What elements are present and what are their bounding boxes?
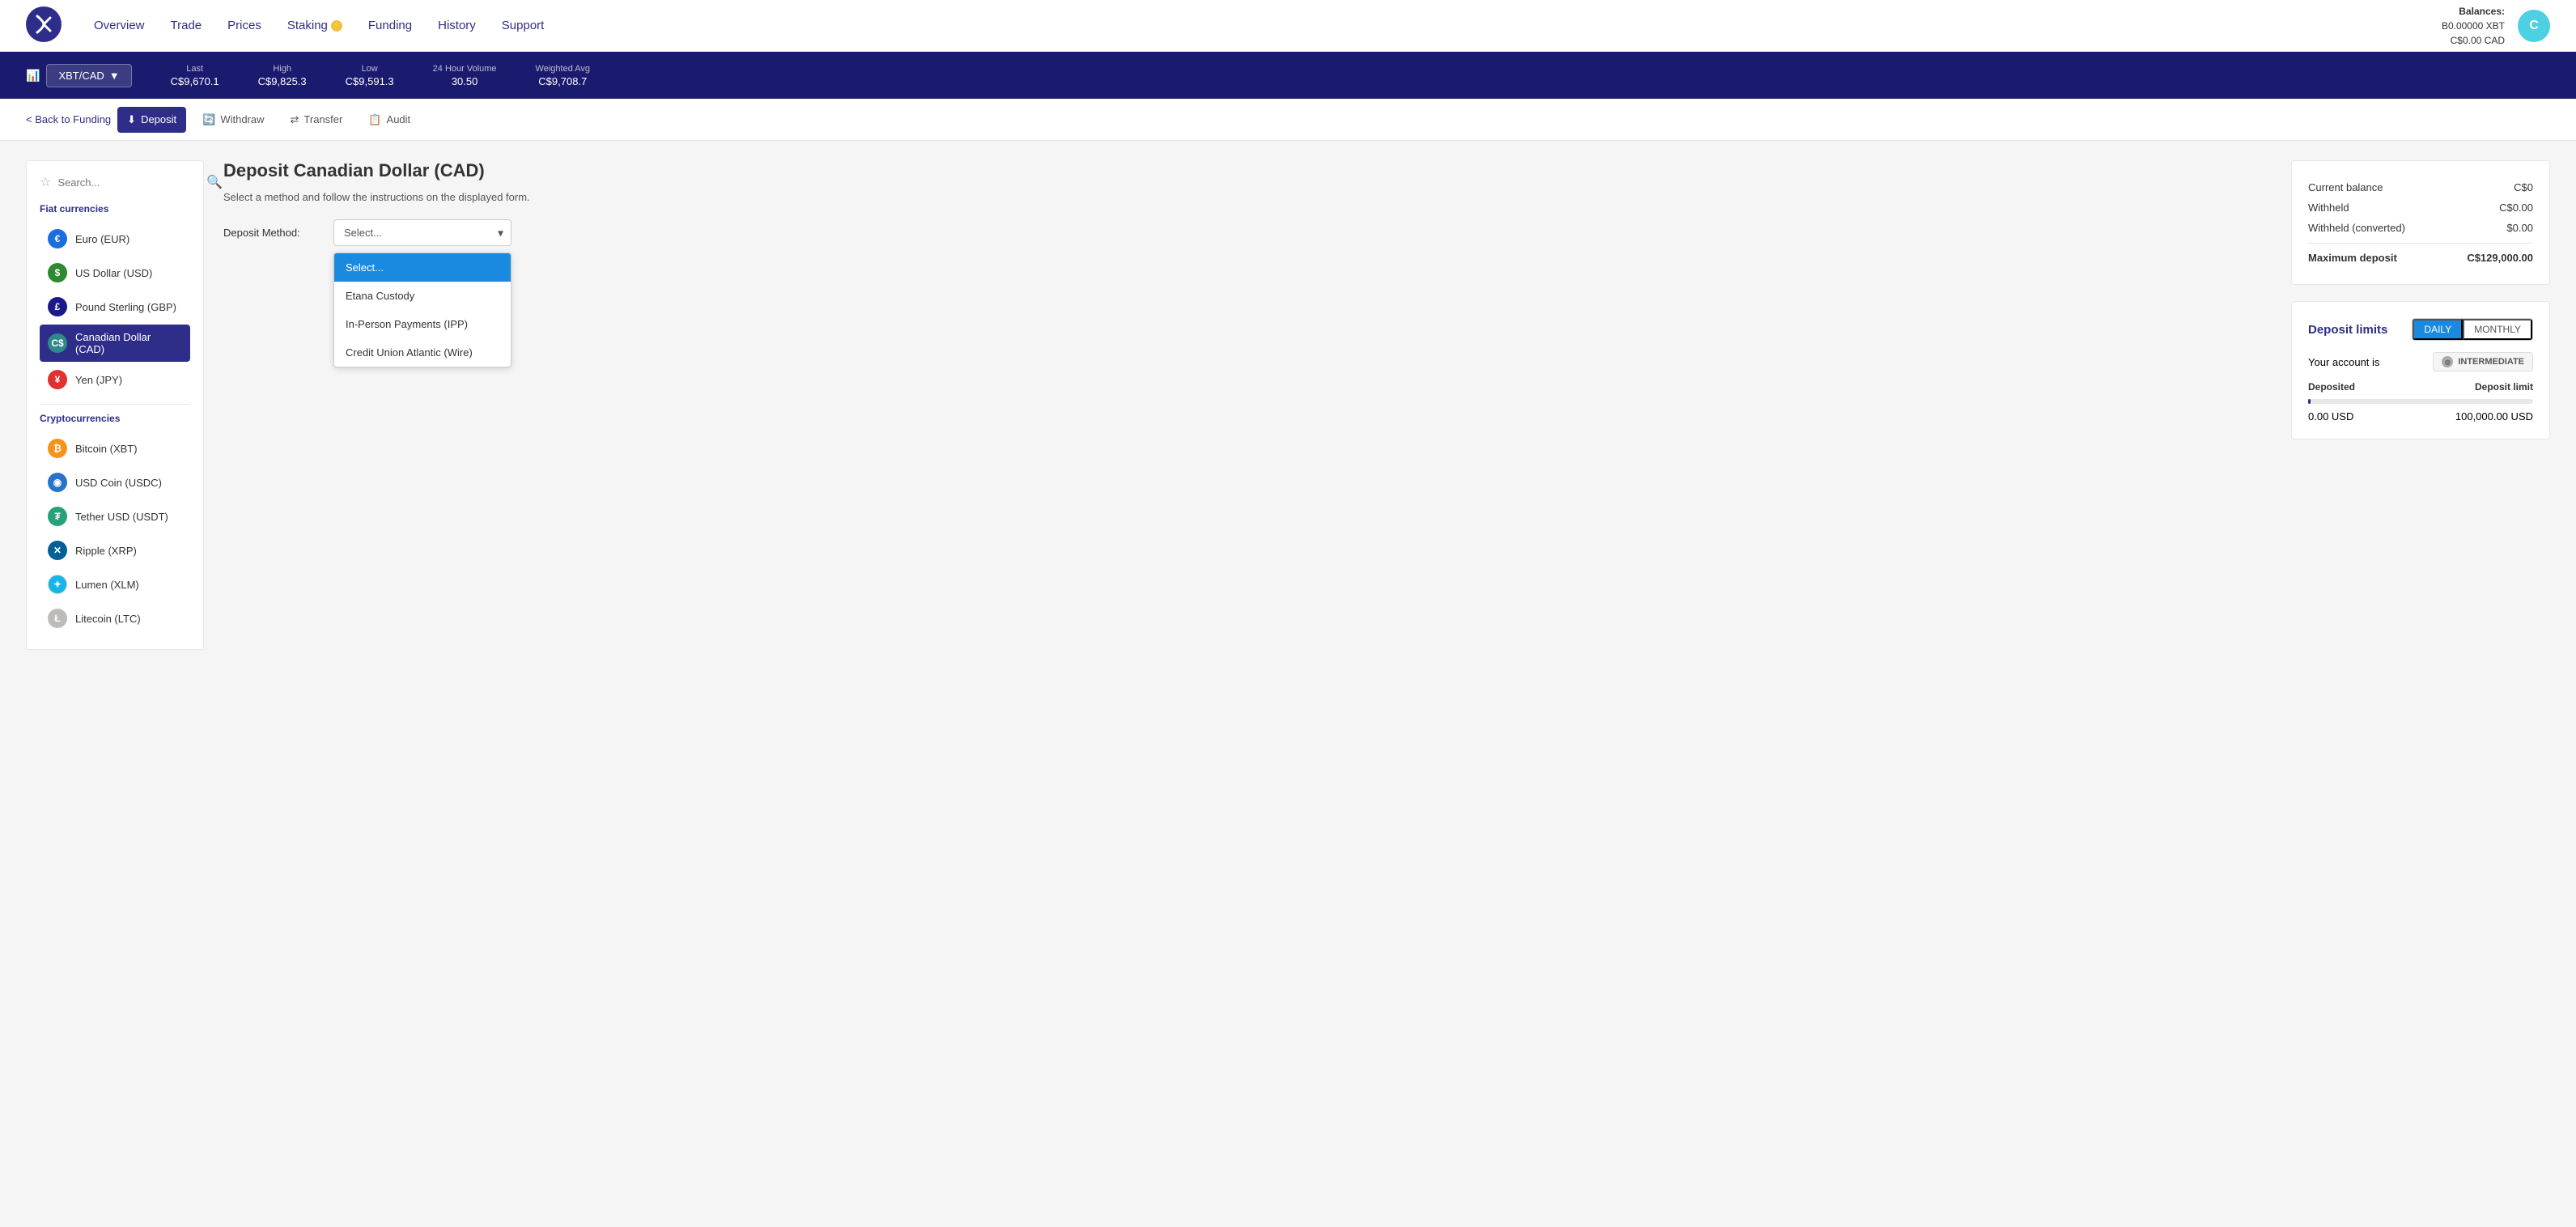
crypto-section-title: Cryptocurrencies: [40, 413, 190, 424]
right-panels: Current balance C$0 Withheld C$0.00 With…: [2291, 160, 2550, 439]
sidebar-item-xlm[interactable]: ✦ Lumen (XLM): [40, 568, 190, 601]
main-nav: Overview Trade Prices Staking ⚡ Funding …: [94, 19, 2442, 32]
cad-icon: C$: [48, 333, 67, 353]
balance-withheld-converted-row: Withheld (converted) $0.00: [2308, 218, 2533, 238]
limits-tabs: DAILY MONTHLY: [2412, 318, 2533, 341]
page-subtitle: Select a method and follow the instructi…: [223, 191, 2272, 203]
deposit-limits-card: Deposit limits DAILY MONTHLY Your accoun…: [2291, 301, 2550, 439]
search-icon[interactable]: 🔍: [206, 174, 223, 190]
dropdown-item-select[interactable]: Select...: [334, 253, 511, 282]
nav-prices[interactable]: Prices: [227, 19, 261, 32]
chart-icon: 📊: [26, 69, 40, 83]
search-row: ☆ 🔍: [40, 174, 190, 190]
main-header: Overview Trade Prices Staking ⚡ Funding …: [0, 0, 2576, 52]
favorite-star-icon[interactable]: ☆: [40, 174, 51, 190]
balance-withheld-row: Withheld C$0.00: [2308, 197, 2533, 218]
transfer-link[interactable]: ⇄ Transfer: [281, 107, 353, 133]
ticker-weighted-avg: Weighted Avg C$9,708.7: [536, 64, 590, 87]
deposit-content: Deposit Canadian Dollar (CAD) Select a m…: [223, 160, 2272, 367]
back-to-funding-link[interactable]: < Back to Funding: [26, 113, 111, 125]
header-right: Balances: B0.00000 XBT C$0.00 CAD C: [2442, 4, 2550, 48]
ltc-icon: Ł: [48, 609, 67, 628]
limits-progress-fill: [2308, 399, 2311, 404]
usdt-icon: ₮: [48, 507, 67, 526]
balances-display: Balances: B0.00000 XBT C$0.00 CAD: [2442, 4, 2505, 48]
limits-title: Deposit limits: [2308, 323, 2387, 337]
jpy-icon: ¥: [48, 370, 67, 389]
sidebar-item-xrp[interactable]: ✕ Ripple (XRP): [40, 534, 190, 567]
sidebar-item-gbp[interactable]: £ Pound Sterling (GBP): [40, 291, 190, 323]
tab-daily[interactable]: DAILY: [2413, 319, 2463, 340]
dropdown-arrow-icon: ▼: [109, 70, 120, 82]
nav-staking[interactable]: Staking ⚡: [287, 19, 342, 32]
limits-progress-bar: [2308, 399, 2533, 404]
ticker-bar: 📊 XBT/CAD ▼ Last C$9,670.1 High C$9,825.…: [0, 52, 2576, 99]
xrp-icon: ✕: [48, 541, 67, 560]
account-level-row: Your account is ◎ INTERMEDIATE: [2308, 352, 2533, 371]
nav-overview[interactable]: Overview: [94, 19, 145, 32]
level-icon: ◎: [2442, 356, 2453, 367]
search-input[interactable]: [57, 176, 200, 189]
ticker-low: Low C$9,591.3: [346, 64, 394, 87]
sidebar-item-jpy[interactable]: ¥ Yen (JPY): [40, 363, 190, 396]
transfer-icon: ⇄: [291, 113, 299, 126]
limits-columns: Deposited Deposit limit: [2308, 381, 2533, 393]
sidebar-item-ltc[interactable]: Ł Litecoin (LTC): [40, 602, 190, 635]
sidebar-item-btc[interactable]: ₿ Bitcoin (XBT): [40, 432, 190, 465]
usd-icon: $: [48, 263, 67, 282]
dropdown-item-credit-union[interactable]: Credit Union Atlantic (Wire): [334, 338, 511, 367]
sidebar-item-cad[interactable]: C$ Canadian Dollar (CAD): [40, 325, 190, 362]
dropdown-item-etana[interactable]: Etana Custody: [334, 282, 511, 310]
btc-icon: ₿: [48, 439, 67, 458]
deposit-method-select[interactable]: Select...: [333, 219, 511, 246]
withdraw-link[interactable]: 🔄 Withdraw: [193, 107, 274, 133]
fiat-section-title: Fiat currencies: [40, 203, 190, 214]
staking-badge: ⚡: [331, 20, 342, 32]
eur-icon: €: [48, 229, 67, 248]
deposit-method-dropdown: Select... Etana Custody In-Person Paymen…: [333, 253, 511, 367]
logo[interactable]: [26, 6, 62, 45]
deposit-link[interactable]: ⬇ Deposit: [117, 107, 186, 133]
currency-sidebar: ☆ 🔍 Fiat currencies € Euro (EUR) $ US Do…: [26, 160, 204, 650]
limits-header: Deposit limits DAILY MONTHLY: [2308, 318, 2533, 341]
tab-monthly[interactable]: MONTHLY: [2463, 319, 2532, 340]
nav-history[interactable]: History: [438, 19, 476, 32]
ticker-pair-selector[interactable]: 📊 XBT/CAD ▼: [26, 64, 132, 87]
user-avatar[interactable]: C: [2518, 10, 2550, 42]
withdraw-icon: 🔄: [202, 113, 215, 126]
balance-current-row: Current balance C$0: [2308, 177, 2533, 197]
audit-link[interactable]: 📋 Audit: [359, 107, 420, 133]
nav-trade[interactable]: Trade: [171, 19, 202, 32]
ticker-high: High C$9,825.3: [258, 64, 307, 87]
account-level-badge: ◎ INTERMEDIATE: [2433, 352, 2533, 371]
xlm-icon: ✦: [48, 575, 67, 594]
ticker-last: Last C$9,670.1: [171, 64, 219, 87]
nav-funding[interactable]: Funding: [368, 19, 412, 32]
limits-values-row: 0.00 USD 100,000.00 USD: [2308, 410, 2533, 422]
deposit-method-row: Deposit Method: Select... ▾: [223, 219, 2272, 246]
audit-icon: 📋: [368, 113, 381, 126]
usdc-icon: ◉: [48, 473, 67, 492]
gbp-icon: £: [48, 297, 67, 316]
pair-dropdown-button[interactable]: XBT/CAD ▼: [46, 64, 131, 87]
balance-max-deposit-row: Maximum deposit C$129,000.00: [2308, 243, 2533, 268]
sidebar-item-usdt[interactable]: ₮ Tether USD (USDT): [40, 500, 190, 533]
sidebar-item-usdc[interactable]: ◉ USD Coin (USDC): [40, 466, 190, 499]
sidebar-divider: [40, 404, 190, 405]
sidebar-item-usd[interactable]: $ US Dollar (USD): [40, 257, 190, 289]
balance-card: Current balance C$0 Withheld C$0.00 With…: [2291, 160, 2550, 285]
sub-nav: < Back to Funding ⬇ Deposit 🔄 Withdraw ⇄…: [0, 99, 2576, 141]
method-label: Deposit Method:: [223, 227, 320, 239]
method-select-wrapper: Select... ▾: [333, 219, 511, 246]
main-content: ☆ 🔍 Fiat currencies € Euro (EUR) $ US Do…: [0, 141, 2576, 669]
nav-support[interactable]: Support: [502, 19, 545, 32]
deposit-icon: ⬇: [127, 113, 136, 126]
sidebar-item-eur[interactable]: € Euro (EUR): [40, 223, 190, 255]
ticker-volume: 24 Hour Volume 30.50: [433, 64, 497, 87]
page-title: Deposit Canadian Dollar (CAD): [223, 160, 2272, 181]
dropdown-item-ipp[interactable]: In-Person Payments (IPP): [334, 310, 511, 338]
